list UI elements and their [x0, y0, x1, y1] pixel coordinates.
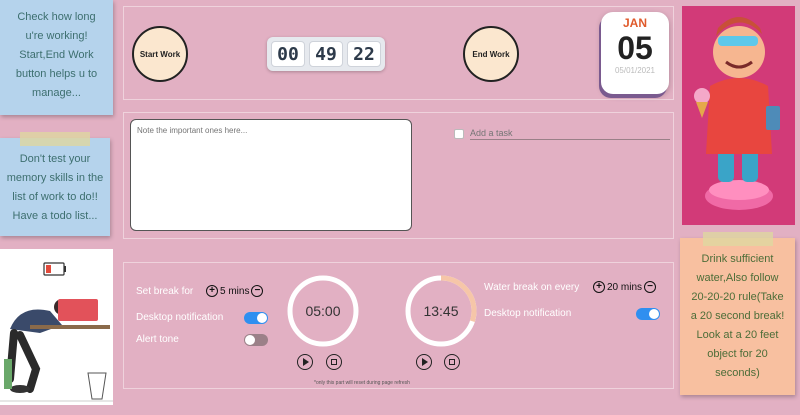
- tape-strip: [20, 132, 90, 146]
- reset-footnote: *only this part will reset during page r…: [314, 380, 410, 386]
- break-timer-display: 05:00: [305, 303, 341, 319]
- sticky-note-line: Have a todo list...: [12, 210, 98, 222]
- play-icon: [303, 358, 309, 366]
- tired-worker-illustration: [0, 249, 113, 405]
- sticky-note-line: memory skills in the: [6, 172, 104, 184]
- sticky-note-line: Check how long: [17, 11, 96, 23]
- tired-worker-image: [0, 262, 113, 402]
- play-icon: [422, 358, 428, 366]
- todo-checkbox[interactable]: [454, 128, 464, 139]
- add-task-input[interactable]: [470, 127, 670, 140]
- sticky-note-water: Drink sufficient water,Also follow 20-20…: [680, 232, 795, 395]
- break-duration-value: 5 mins: [220, 285, 250, 297]
- alert-tone-label: Alert tone: [136, 334, 179, 345]
- notes-todo-panel: [123, 112, 674, 239]
- water-play-button[interactable]: [416, 354, 432, 370]
- calendar-widget: JAN 05 05/01/2021: [601, 12, 669, 94]
- timer-hours: 00: [271, 41, 305, 67]
- start-work-button[interactable]: Start Work: [132, 26, 188, 82]
- timer-seconds: 22: [347, 41, 381, 67]
- sticky-note-line: Don't test your: [19, 153, 91, 165]
- sticky-note-line: a 20 second break!: [690, 310, 785, 322]
- break-play-button[interactable]: [297, 354, 313, 370]
- plus-icon[interactable]: +: [593, 281, 605, 293]
- end-work-button[interactable]: End Work: [463, 26, 519, 82]
- break-duration-stepper: + 5 mins −: [206, 285, 264, 297]
- water-duration-value: 20 mins: [607, 281, 643, 293]
- water-stop-button[interactable]: [444, 354, 460, 370]
- sticky-note-line: seconds): [715, 367, 760, 379]
- sticky-note-work: Check how long u're working! Start,End W…: [0, 0, 113, 115]
- break-stop-button[interactable]: [326, 354, 342, 370]
- sticky-note-line: Start,End Work: [19, 49, 94, 61]
- sticky-note-todo: Don't test your memory skills in the lis…: [0, 132, 110, 236]
- breaks-panel: Set break for + 5 mins − Desktop notific…: [123, 262, 674, 389]
- plus-icon[interactable]: +: [206, 285, 218, 297]
- sticky-note-line: object for 20: [707, 348, 768, 360]
- character-image: [682, 6, 795, 225]
- desktop-notification-label: Desktop notification: [136, 312, 224, 323]
- desktop-notification-toggle[interactable]: [244, 312, 268, 324]
- sticky-note-line: u're working!: [25, 30, 88, 42]
- todo-add-row: [454, 127, 670, 140]
- sticky-note-line: Drink sufficient: [701, 253, 774, 265]
- minus-icon[interactable]: −: [251, 285, 264, 297]
- calendar-date: 05/01/2021: [614, 66, 656, 75]
- calendar-day: 05: [617, 30, 653, 66]
- timer-minutes: 49: [309, 41, 343, 67]
- work-tracker-panel: Start Work 00 49 22 End Work JAN 05 05/0…: [123, 6, 674, 100]
- water-break-label: Water break on every: [484, 282, 580, 293]
- sticky-note-line: button helps u to: [15, 68, 98, 80]
- stop-icon: [449, 359, 455, 365]
- minus-icon[interactable]: −: [644, 281, 657, 293]
- notes-textarea[interactable]: [130, 119, 412, 231]
- water-duration-stepper: + 20 mins −: [593, 281, 657, 293]
- work-timer: 00 49 22: [267, 37, 385, 71]
- character-illustration: [682, 6, 795, 225]
- water-desktop-notification-label: Desktop notification: [484, 308, 572, 319]
- alert-tone-toggle[interactable]: [244, 334, 268, 346]
- sticky-note-line: list of work to do!!: [12, 191, 98, 203]
- sticky-note-line: 20-20-20 rule(Take: [691, 291, 784, 303]
- sticky-note-line: Look at a 20 feet: [696, 329, 779, 341]
- water-timer-display: 13:45: [423, 303, 459, 319]
- set-break-label: Set break for: [136, 286, 194, 297]
- water-desktop-notification-toggle[interactable]: [636, 308, 660, 320]
- calendar-month: JAN: [622, 16, 647, 30]
- break-timer-ring: 05:00: [286, 274, 360, 348]
- tape-strip: [702, 232, 773, 246]
- water-timer-ring: 13:45: [404, 274, 478, 348]
- sticky-note-line: water,Also follow: [696, 272, 779, 284]
- sticky-note-line: manage...: [32, 87, 81, 99]
- stop-icon: [331, 359, 337, 365]
